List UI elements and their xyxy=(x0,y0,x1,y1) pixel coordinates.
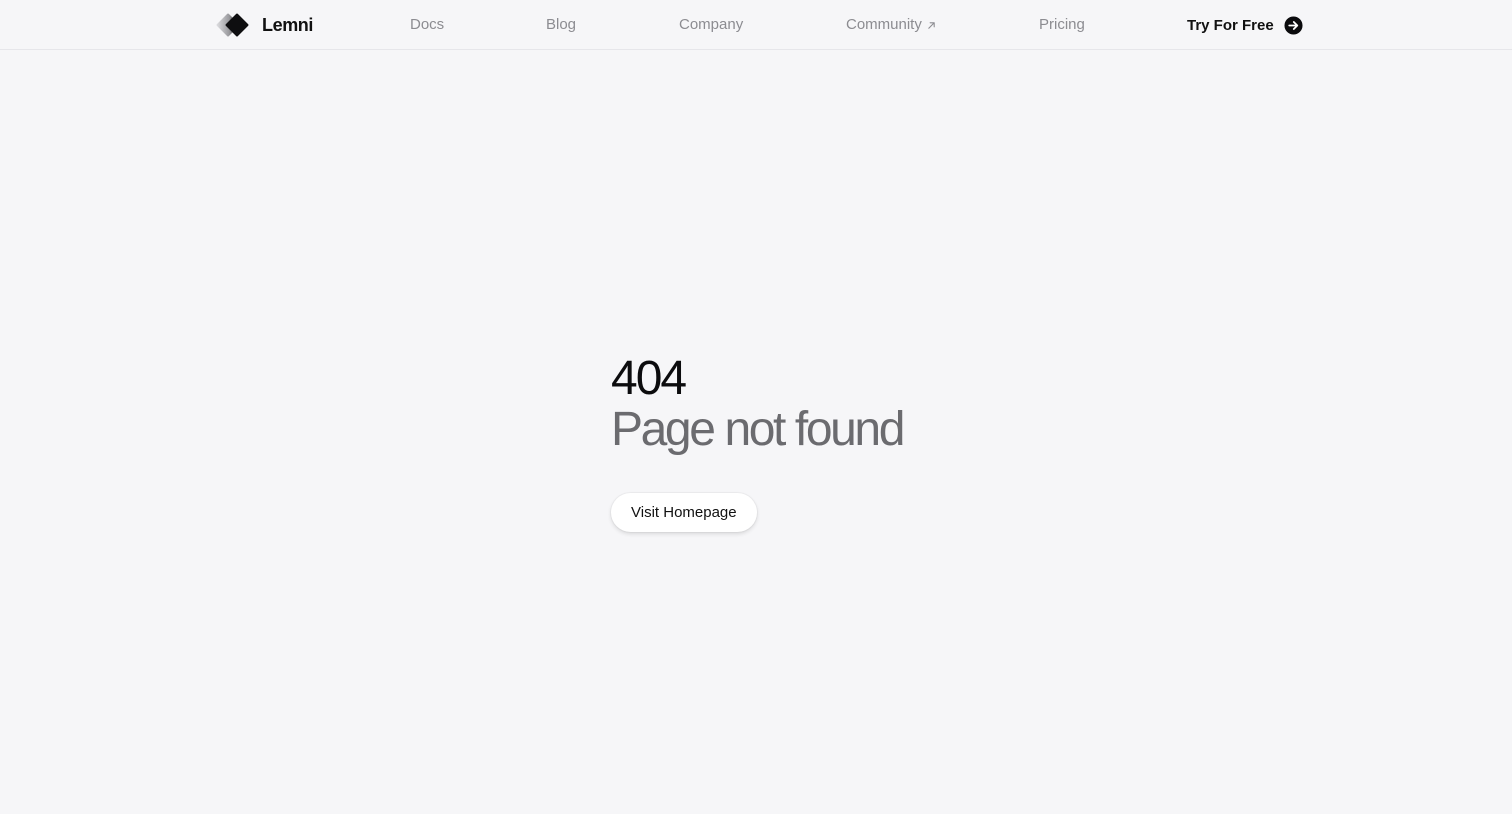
not-found-section: 404 Page not found Visit Homepage xyxy=(611,352,1031,532)
arrow-right-circle-icon xyxy=(1284,15,1303,35)
try-for-free-button[interactable]: Try For Free xyxy=(1187,14,1303,36)
nav-link-blog[interactable]: Blog xyxy=(546,15,576,35)
external-arrow-icon xyxy=(928,21,935,29)
nav-link-community[interactable]: Community xyxy=(846,15,936,35)
error-code: 404 xyxy=(611,352,687,405)
top-navigation: Lemni Docs Blog Company Community Pricin… xyxy=(0,0,1512,50)
brand-name: Lemni xyxy=(262,14,314,35)
visit-homepage-button[interactable]: Visit Homepage xyxy=(611,493,757,532)
error-message: Page not found xyxy=(611,403,905,456)
brand-home-link[interactable]: Lemni xyxy=(216,13,313,37)
nav-link-docs[interactable]: Docs xyxy=(410,15,444,35)
nav-link-pricing[interactable]: Pricing xyxy=(1039,15,1085,35)
nav-link-community-label: Community xyxy=(846,16,922,33)
try-for-free-label: Try For Free xyxy=(1187,16,1274,34)
nav-link-company[interactable]: Company xyxy=(679,15,743,35)
lemni-logo-icon xyxy=(216,13,249,37)
